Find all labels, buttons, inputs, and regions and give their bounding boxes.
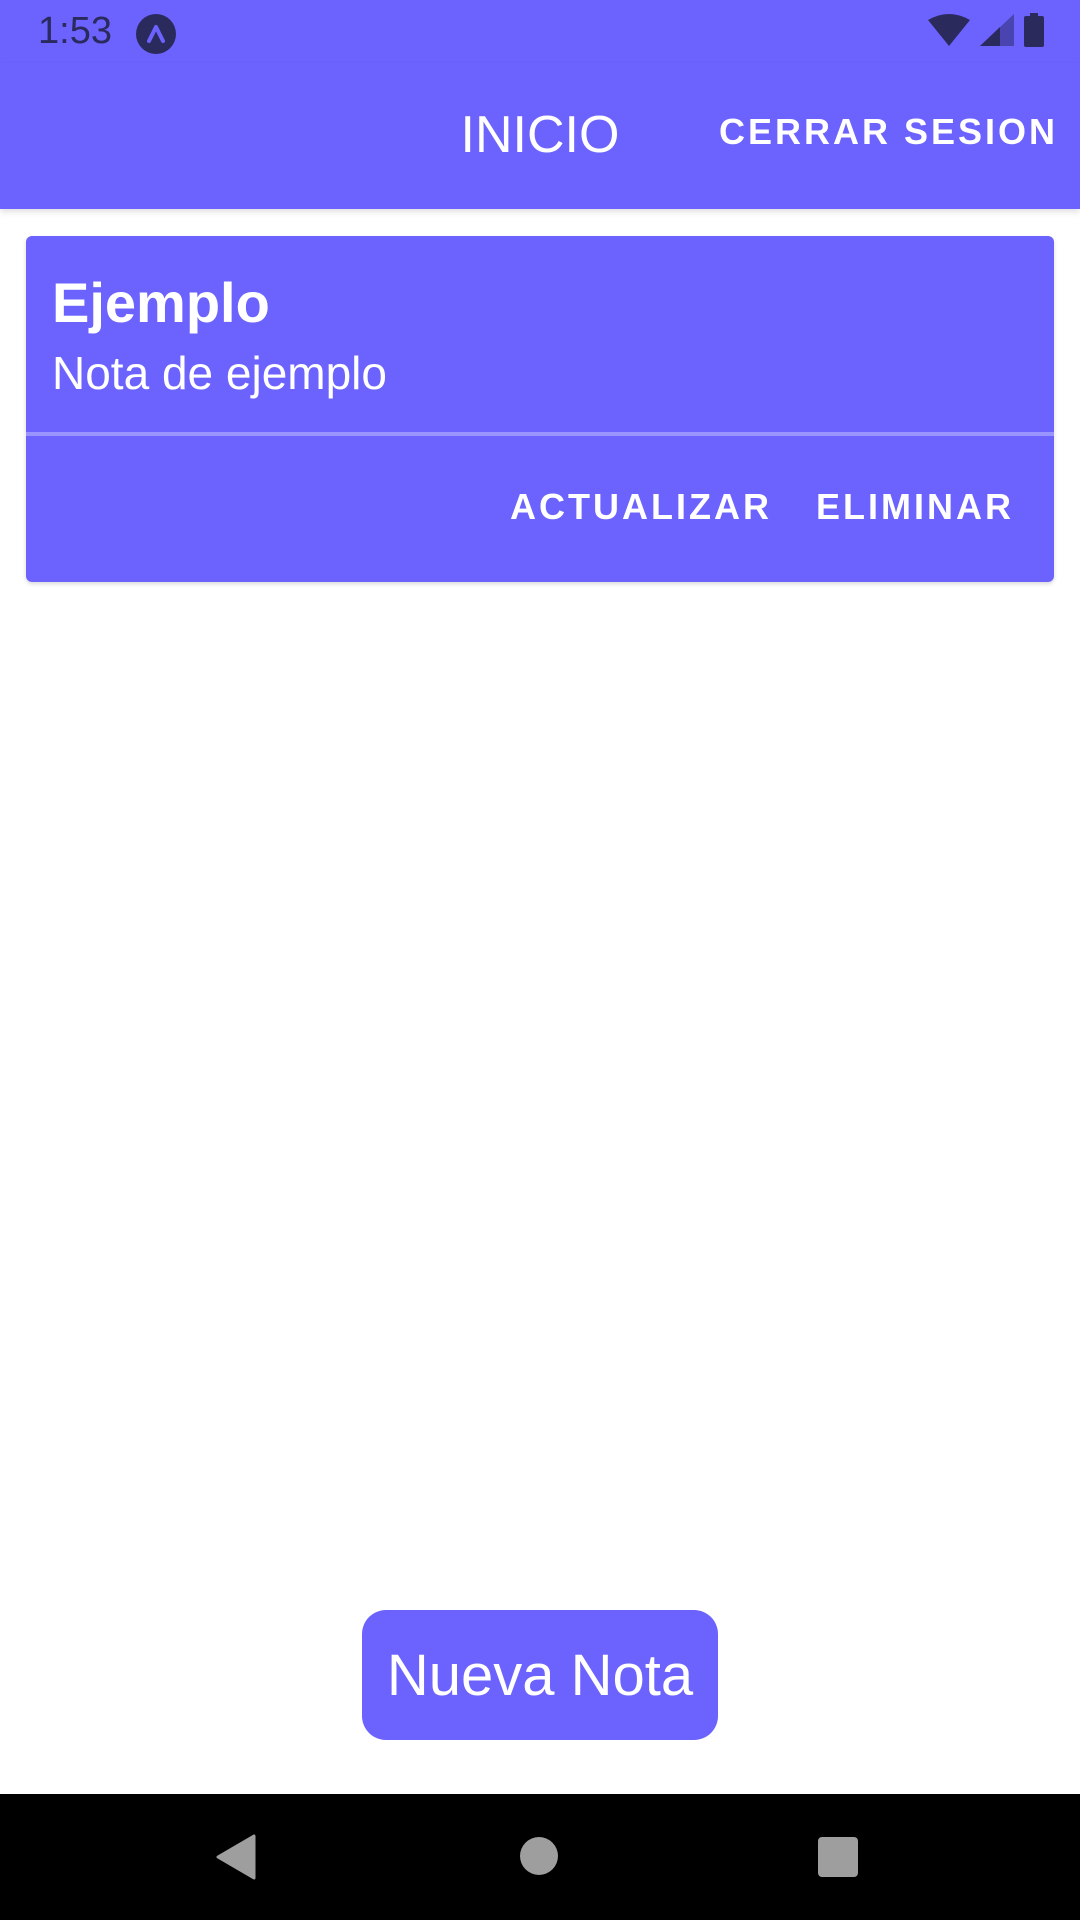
navigation-bar (0, 1794, 1080, 1920)
note-body: Nota de ejemplo (52, 347, 387, 399)
delete-button[interactable]: ELIMINAR (816, 486, 1014, 528)
card-divider (26, 432, 1054, 436)
recents-icon[interactable] (818, 1837, 858, 1877)
home-icon[interactable] (520, 1837, 558, 1875)
app-notification-icon (136, 14, 176, 54)
note-card: Ejemplo Nota de ejemplo ACTUALIZAR ELIMI… (26, 236, 1054, 582)
logout-button[interactable]: CERRAR SESION (719, 111, 1058, 153)
status-bar: 1:53 (0, 0, 1080, 63)
app-bar: INICIO CERRAR SESION (0, 63, 1080, 209)
back-icon[interactable] (214, 1834, 256, 1884)
new-note-button[interactable]: Nueva Nota (362, 1610, 718, 1740)
screen: 1:53 INICIO CERRAR SESION Ejemplo Nota d… (0, 0, 1080, 1920)
new-note-label: Nueva Nota (386, 1642, 694, 1708)
card-actions: ACTUALIZAR ELIMINAR (510, 486, 1014, 528)
status-time: 1:53 (38, 10, 112, 52)
battery-icon (1024, 13, 1044, 51)
wifi-icon (928, 14, 970, 50)
update-button[interactable]: ACTUALIZAR (510, 486, 772, 528)
cell-signal-icon (980, 14, 1014, 50)
status-icons (928, 13, 1044, 51)
note-title: Ejemplo (52, 271, 270, 334)
